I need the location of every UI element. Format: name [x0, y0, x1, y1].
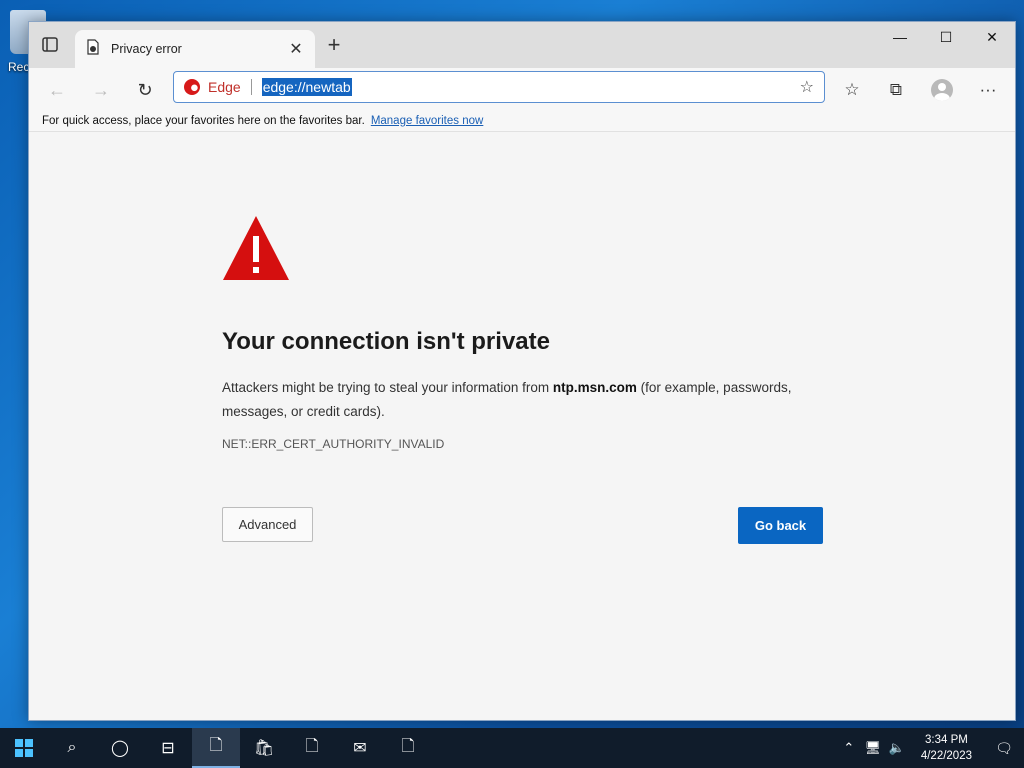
url-text[interactable]: edge://newtab	[261, 78, 352, 96]
task-view-icon[interactable]: ⊟	[144, 728, 192, 768]
taskbar-app-document-active-icon[interactable]: 🗋	[192, 728, 240, 768]
favorites-hint: For quick access, place your favorites h…	[42, 114, 365, 127]
favorites-icon[interactable]: ☆	[839, 77, 865, 103]
collections-icon[interactable]: ⧉	[883, 77, 909, 103]
system-tray: ⌃ 🖥 🔈 3:34 PM 4/22/2023 🗨	[837, 728, 1024, 768]
error-code: NET::ERR_CERT_AUTHORITY_INVALID	[222, 437, 445, 451]
warning-triangle-icon	[222, 214, 290, 282]
close-window-icon[interactable]: ✕	[969, 22, 1015, 52]
host-name: ntp.msn.com	[552, 380, 637, 395]
more-options-icon[interactable]: ···	[975, 77, 1001, 103]
cortana-icon[interactable]: ◯	[96, 728, 144, 768]
add-favorite-star-icon[interactable]: ☆	[800, 77, 814, 97]
maximize-icon[interactable]: ☐	[923, 22, 969, 52]
taskbar-app-document-2-icon[interactable]: 🗋	[384, 728, 432, 768]
clock-date: 4/22/2023	[920, 750, 972, 762]
forward-arrow-icon[interactable]: →	[87, 76, 115, 104]
browser-window: Privacy error ✕ + — ☐ ✕ ← → ↻ Edge edge:…	[28, 21, 1016, 721]
minimize-icon[interactable]: —	[877, 22, 923, 52]
volume-muted-icon[interactable]: 🔈	[885, 740, 909, 756]
manage-favorites-link[interactable]: Manage favorites now	[371, 115, 484, 127]
address-prefix: Edge	[208, 79, 241, 95]
favorites-bar: For quick access, place your favorites h…	[29, 110, 1015, 132]
clock-time: 3:34 PM	[925, 734, 968, 746]
avatar-icon	[931, 79, 953, 101]
page-title: Your connection isn't private	[222, 328, 550, 355]
mail-icon[interactable]: ✉	[336, 728, 384, 768]
tray-chevron-up-icon[interactable]: ⌃	[837, 740, 861, 756]
tab-actions-icon[interactable]	[41, 36, 61, 54]
description-text-before: Attackers might be trying to steal your …	[222, 380, 553, 395]
taskbar: ⌕ ◯ ⊟ 🗋 🛍 🗋 ✉ 🗋 ⌃ 🖥 🔈 3:34 PM 4/22/2023 …	[0, 728, 1024, 768]
new-tab-button[interactable]: +	[323, 34, 345, 56]
notifications-icon[interactable]: 🗨	[984, 740, 1024, 757]
tab-title: Privacy error	[111, 42, 182, 56]
go-back-button[interactable]: Go back	[738, 507, 823, 544]
error-page: Your connection isn't private Attackers …	[29, 132, 1015, 720]
profile-avatar[interactable]	[929, 77, 955, 103]
search-icon[interactable]: ⌕	[48, 728, 96, 768]
edge-logo-icon	[184, 79, 200, 95]
tab-privacy-error[interactable]: Privacy error ✕	[75, 30, 315, 68]
window-controls: — ☐ ✕	[877, 22, 1015, 52]
title-bar: Privacy error ✕ + — ☐ ✕	[29, 22, 1015, 68]
address-divider	[250, 79, 252, 95]
store-icon[interactable]: 🛍	[240, 728, 288, 768]
clock[interactable]: 3:34 PM 4/22/2023	[909, 732, 984, 764]
advanced-button[interactable]: Advanced	[222, 507, 313, 542]
address-bar[interactable]: Edge edge://newtab ☆	[173, 71, 825, 103]
close-tab-icon[interactable]: ✕	[287, 39, 305, 59]
error-description: Attackers might be trying to steal your …	[222, 376, 832, 424]
refresh-icon[interactable]: ↻	[131, 76, 159, 104]
tab-favicon-icon	[85, 38, 101, 60]
start-windows-icon[interactable]	[0, 728, 48, 768]
taskbar-app-document-icon[interactable]: 🗋	[288, 728, 336, 768]
network-icon[interactable]: 🖥	[861, 740, 885, 756]
browser-toolbar: ← → ↻ Edge edge://newtab ☆ ☆ ⧉ ···	[29, 68, 1015, 110]
back-arrow-icon[interactable]: ←	[43, 76, 71, 104]
